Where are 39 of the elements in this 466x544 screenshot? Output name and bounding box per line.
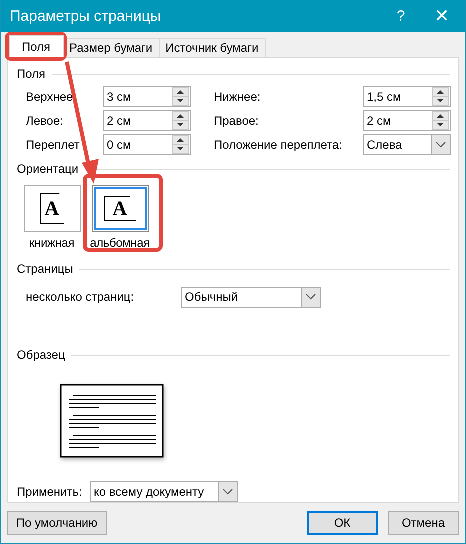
field-label: Правое: xyxy=(213,114,260,128)
tab[interactable]: Поля xyxy=(9,35,64,57)
spin-field[interactable]: 2 см xyxy=(363,110,451,131)
spinner-icon[interactable] xyxy=(432,111,449,130)
spin-field[interactable]: 1,5 см xyxy=(363,86,451,107)
dialog-button[interactable]: ОК xyxy=(307,511,378,535)
section-title: Страницы xyxy=(17,262,74,276)
orientation-label: книжная xyxy=(29,236,74,250)
spinner-icon[interactable] xyxy=(172,111,189,130)
field-label: Применить: xyxy=(17,484,84,498)
orientation-button[interactable]: A xyxy=(92,185,148,232)
field-label: Переплет xyxy=(26,138,81,152)
field-label: несколько страниц: xyxy=(26,290,136,304)
dropdown-field[interactable]: ко всему документу xyxy=(90,481,238,502)
dropdown-field[interactable]: Обычный xyxy=(181,286,321,308)
dialog-button[interactable]: По умолчанию xyxy=(7,511,107,535)
section-title: Ориентаци xyxy=(17,162,79,176)
tab[interactable]: Источник бумаги xyxy=(158,38,266,57)
field-label: Нижнее: xyxy=(213,90,262,104)
spinner-icon[interactable] xyxy=(432,87,449,106)
spin-field[interactable]: 2 см xyxy=(103,110,191,131)
highlight-frame xyxy=(5,32,67,61)
chevron-down-icon xyxy=(223,488,233,494)
section-title: Поля xyxy=(17,67,46,81)
section-title: Образец xyxy=(17,348,66,362)
chevron-down-icon xyxy=(436,142,446,148)
orientation-button[interactable]: A xyxy=(24,185,80,232)
chevron-down-icon xyxy=(306,294,316,300)
orientation-label: альбомная xyxy=(90,236,150,250)
field-label: Левое: xyxy=(26,114,64,128)
window-title: Параметры страницы xyxy=(9,8,162,24)
spin-field[interactable]: 0 см xyxy=(103,134,191,155)
dropdown-field[interactable]: Слева xyxy=(363,134,451,155)
field-label: Верхнее xyxy=(26,90,74,104)
field-label: Положение переплета: xyxy=(213,138,344,152)
spin-field[interactable]: 3 см xyxy=(103,86,191,107)
spinner-icon[interactable] xyxy=(172,87,189,106)
spinner-icon[interactable] xyxy=(172,135,189,154)
dialog-button[interactable]: Отмена xyxy=(388,511,459,535)
